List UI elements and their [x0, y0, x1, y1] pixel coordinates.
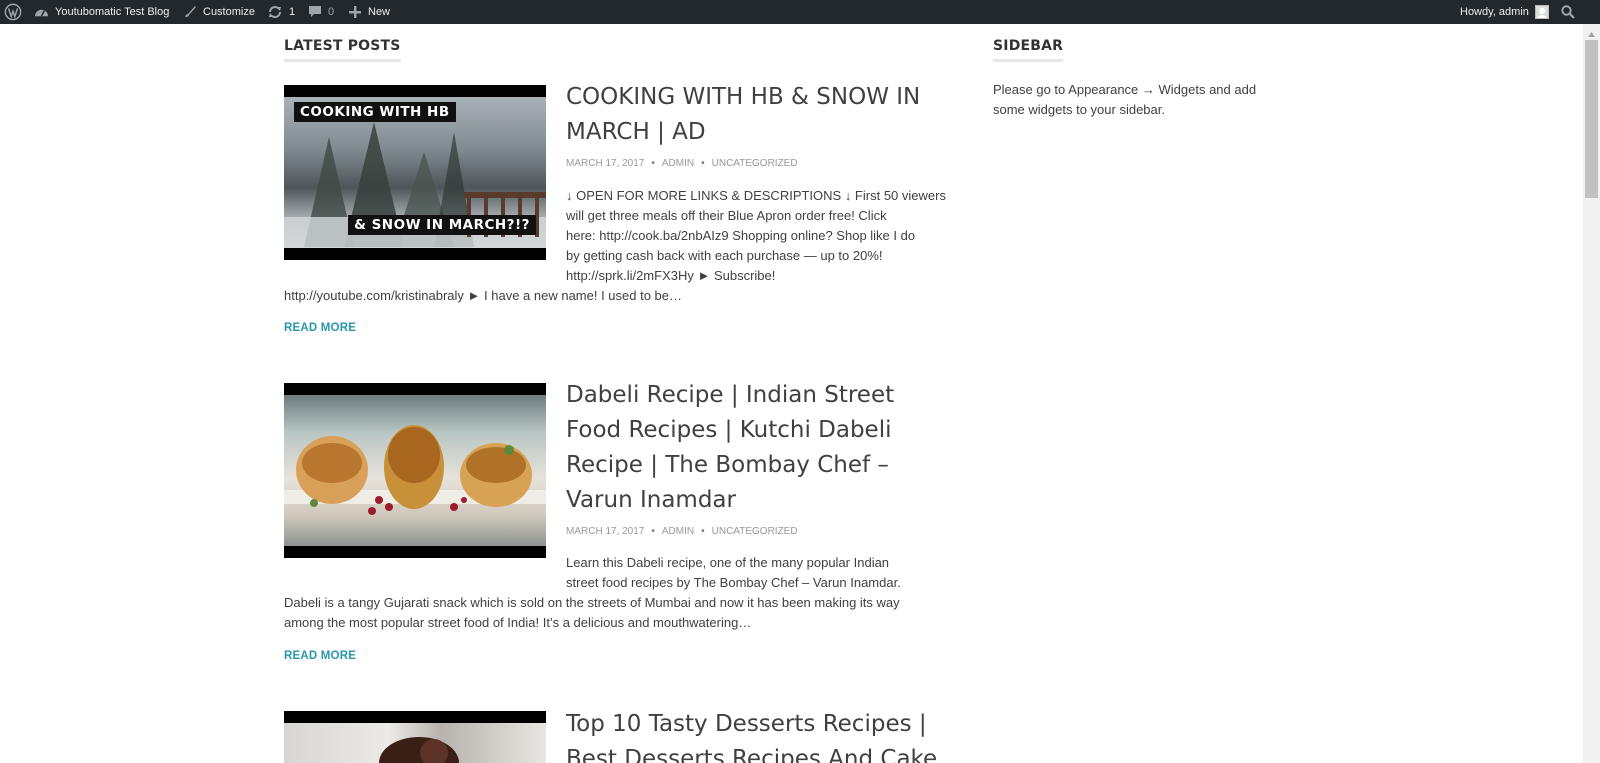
post-date[interactable]: MARCH 17, 2017	[566, 526, 644, 537]
search-icon[interactable]	[1561, 0, 1575, 24]
excerpt-line: Learn this Dabeli recipe, one of the man…	[566, 555, 890, 570]
post-title[interactable]: Top 10 Tasty Desserts Recipes | Best Des…	[566, 707, 966, 763]
latest-posts-heading: LATEST POSTS	[284, 37, 401, 62]
meta-separator: •	[651, 526, 655, 537]
excerpt-line: http://sprk.li/2mFX3Hy ► Subscribe!	[566, 268, 776, 283]
sidebar-text-line: Please go to Appearance → Widgets and ad…	[993, 82, 1257, 97]
snowy-trees-image: COOKING WITH HB & SNOW IN MARCH?!?	[284, 97, 546, 248]
post-title-line: MARCH | AD	[566, 119, 706, 145]
post-category[interactable]: UNCATEGORIZED	[712, 158, 798, 169]
admin-bar: Youtubomatic Test Blog Customize 1 0 New…	[0, 0, 1600, 24]
updates-link[interactable]: 1	[267, 0, 295, 24]
post-author[interactable]: ADMIN	[662, 158, 694, 169]
comments-count: 0	[328, 6, 335, 18]
avatar	[1534, 5, 1549, 19]
comments-icon	[308, 5, 322, 19]
customize-link[interactable]: Customize	[183, 0, 255, 24]
post-meta: MARCH 17, 2017 • ADMIN • UNCATEGORIZED	[566, 158, 798, 169]
updates-icon	[267, 5, 283, 19]
post-title-line: Food Recipes | Kutchi Dabeli	[566, 417, 892, 443]
post-author[interactable]: ADMIN	[662, 526, 694, 537]
post-title-line: Recipe | The Bombay Chef –	[566, 452, 889, 478]
plus-icon	[349, 6, 361, 18]
read-more-link[interactable]: READ MORE	[284, 322, 356, 334]
dessert-image	[284, 723, 546, 763]
sidebar-message: Please go to Appearance → Widgets and ad…	[993, 80, 1256, 120]
excerpt-line: by getting cash back with each purchase …	[566, 248, 883, 263]
post-title-line: Top 10 Tasty Desserts Recipes |	[566, 711, 927, 737]
excerpt-line: Dabeli is a tangy Gujarati snack which i…	[284, 595, 900, 610]
excerpt-line: ↓ OPEN FOR MORE LINKS & DESCRIPTIONS ↓ F…	[566, 188, 946, 203]
post-title[interactable]: COOKING WITH HB & SNOW IN MARCH | AD	[566, 80, 946, 150]
post-excerpt: Learn this Dabeli recipe, one of the man…	[566, 553, 901, 593]
howdy-label: Howdy, admin	[1460, 6, 1529, 18]
dashboard-icon	[34, 6, 49, 19]
post-date[interactable]: MARCH 17, 2017	[566, 158, 644, 169]
excerpt-line: here: http://cook.ba/2nbAIz9 Shopping on…	[566, 228, 916, 243]
excerpt-line: street food recipes by The Bombay Chef –…	[566, 575, 901, 590]
meta-separator: •	[651, 158, 655, 169]
excerpt-line: will get three meals off their Blue Apro…	[566, 208, 887, 223]
post-title-line: Best Desserts Recipes And Cake	[566, 746, 938, 763]
new-label: New	[368, 6, 391, 18]
wordpress-logo-icon[interactable]	[4, 0, 22, 24]
thumbnail-caption-top: COOKING WITH HB	[294, 102, 456, 122]
new-content-menu[interactable]: New	[349, 0, 390, 24]
comments-link[interactable]: 0	[308, 0, 334, 24]
site-name-label: Youtubomatic Test Blog	[55, 6, 170, 18]
read-more-link[interactable]: READ MORE	[284, 650, 356, 662]
customize-label: Customize	[203, 6, 255, 18]
scroll-up-arrow-icon[interactable]	[1585, 26, 1598, 38]
meta-separator: •	[701, 526, 705, 537]
excerpt-line: among the most popular street food of In…	[284, 615, 752, 630]
excerpt-line: http://youtube.com/kristinabraly ► I hav…	[284, 288, 683, 303]
post-thumbnail[interactable]	[284, 711, 546, 763]
sidebar-heading: SIDEBAR	[993, 37, 1064, 62]
sidebar-text-line: some widgets to your sidebar.	[993, 102, 1165, 117]
post-excerpt-wide: Dabeli is a tangy Gujarati snack which i…	[284, 593, 900, 633]
post-meta: MARCH 17, 2017 • ADMIN • UNCATEGORIZED	[566, 526, 798, 537]
post-title-line: Dabeli Recipe | Indian Street	[566, 382, 895, 408]
post-title-line: COOKING WITH HB & SNOW IN	[566, 84, 921, 110]
post-thumbnail[interactable]: COOKING WITH HB & SNOW IN MARCH?!?	[284, 85, 546, 260]
thumbnail-caption-bottom: & SNOW IN MARCH?!?	[348, 215, 536, 235]
my-account-menu[interactable]: Howdy, admin	[1460, 0, 1549, 24]
post-excerpt: ↓ OPEN FOR MORE LINKS & DESCRIPTIONS ↓ F…	[566, 186, 946, 286]
post-title[interactable]: Dabeli Recipe | Indian Street Food Recip…	[566, 378, 946, 518]
meta-separator: •	[701, 158, 705, 169]
brush-icon	[183, 5, 197, 19]
site-name-menu[interactable]: Youtubomatic Test Blog	[34, 0, 169, 24]
post-title-line: Varun Inamdar	[566, 487, 736, 513]
updates-count: 1	[289, 6, 296, 18]
scrollbar-thumb[interactable]	[1585, 40, 1598, 198]
post-category[interactable]: UNCATEGORIZED	[712, 526, 798, 537]
dabeli-food-image	[284, 395, 546, 546]
post-thumbnail[interactable]	[284, 383, 546, 558]
